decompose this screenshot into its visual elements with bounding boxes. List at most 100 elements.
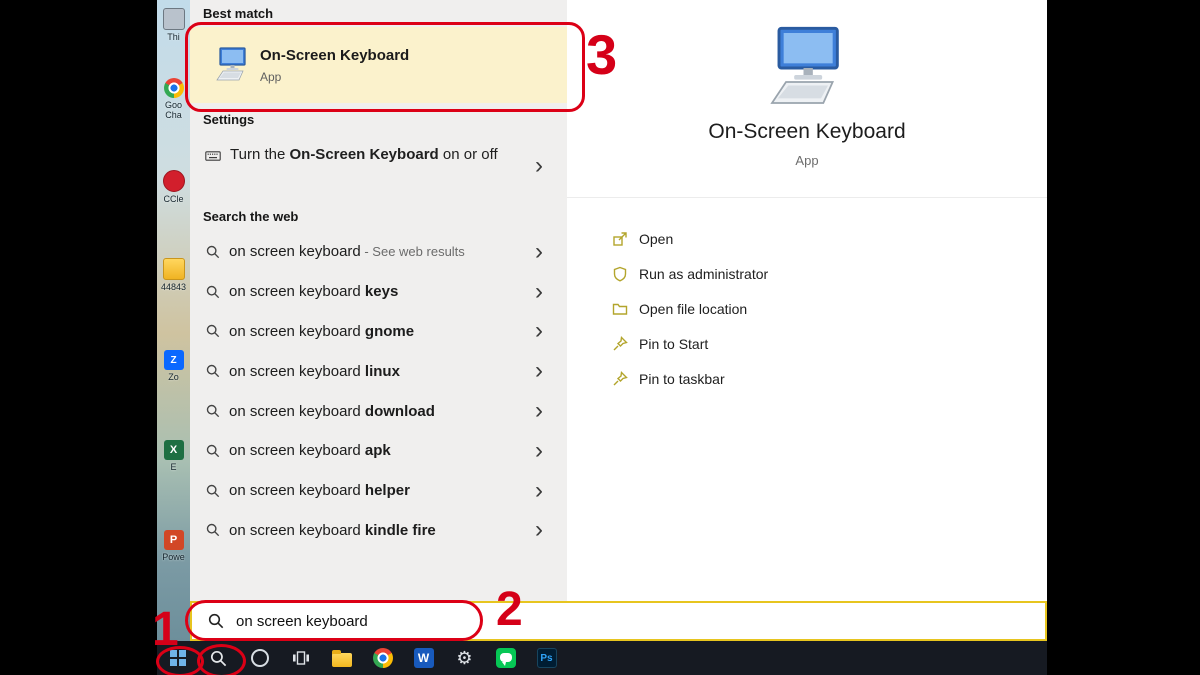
task-view-icon <box>292 650 310 666</box>
best-match-result[interactable]: On-Screen Keyboard App <box>190 27 567 103</box>
suggestion-text: on screen keyboard linux <box>229 363 400 380</box>
desktop-icon-powerpoint[interactable]: P Powe <box>158 530 189 562</box>
search-icon <box>206 285 220 299</box>
search-icon <box>206 245 220 259</box>
web-suggestion-list: on screen keyboard - See web results › o… <box>190 232 567 550</box>
settings-text-suffix: on or off <box>439 146 498 163</box>
excel-icon: X <box>164 440 184 460</box>
action-open-file-location[interactable]: Open file location <box>612 291 768 326</box>
action-label: Run as administrator <box>639 266 768 282</box>
best-match-header: Best match <box>203 6 273 21</box>
start-button[interactable] <box>157 641 198 675</box>
detail-action-list: Open Run as administrator Open file loca… <box>612 221 768 396</box>
taskbar-search-box[interactable] <box>190 601 1047 641</box>
desktop-icon-label: Powe <box>162 552 185 562</box>
desktop-icon-ccleaner[interactable]: CCle <box>158 170 189 204</box>
desktop-icon-this-pc[interactable]: Thi <box>158 8 189 42</box>
suggestion-base: on screen keyboard <box>229 243 361 260</box>
suggestion-bold: gnome <box>365 323 414 340</box>
suggestion-bold: download <box>365 403 435 420</box>
desktop-icon-zalo[interactable]: Z Zo <box>158 350 189 382</box>
suggestion-bold: linux <box>365 363 400 380</box>
best-match-title: On-Screen Keyboard <box>260 47 409 64</box>
taskbar-search-button[interactable] <box>198 641 239 675</box>
action-open[interactable]: Open <box>612 221 768 256</box>
suggestion-text: on screen keyboard gnome <box>229 323 414 340</box>
desktop-icon-label: Thi <box>167 32 180 42</box>
suggestion-note: - See web results <box>361 244 465 259</box>
taskbar: W ⚙ Ps <box>157 641 1047 675</box>
detail-app-title: On-Screen Keyboard <box>567 120 1047 144</box>
desktop-icon-label: Zo <box>168 372 179 382</box>
chevron-right-icon: › <box>535 399 543 423</box>
chevron-right-icon: › <box>535 240 543 264</box>
web-suggestion[interactable]: on screen keyboard gnome › <box>190 312 567 352</box>
search-icon <box>208 613 224 629</box>
suggestion-bold: apk <box>365 442 391 459</box>
suggestion-text: on screen keyboard download <box>229 403 435 420</box>
action-pin-to-start[interactable]: Pin to Start <box>612 326 768 361</box>
settings-button[interactable]: ⚙ <box>444 641 485 675</box>
desktop-icon-label: Goo Cha <box>158 100 189 120</box>
file-explorer-icon <box>332 653 352 667</box>
photoshop-button[interactable]: Ps <box>526 641 567 675</box>
web-suggestion[interactable]: on screen keyboard kindle fire › <box>190 511 567 551</box>
action-label: Pin to taskbar <box>639 371 725 387</box>
suggestion-base: on screen keyboard <box>229 522 365 539</box>
chrome-button[interactable] <box>362 641 403 675</box>
search-input[interactable] <box>234 612 558 631</box>
search-icon <box>206 364 220 378</box>
chevron-right-icon: › <box>535 439 543 463</box>
suggestion-text: on screen keyboard helper <box>229 482 410 499</box>
word-button[interactable]: W <box>403 641 444 675</box>
chevron-right-icon: › <box>535 154 543 178</box>
line-app-button[interactable] <box>485 641 526 675</box>
search-icon <box>206 523 220 537</box>
action-label: Open <box>639 231 673 247</box>
line-icon <box>496 648 516 668</box>
web-suggestion[interactable]: on screen keyboard helper › <box>190 471 567 511</box>
search-icon <box>210 650 227 667</box>
word-icon: W <box>414 648 434 668</box>
desktop-icon-excel[interactable]: X E <box>158 440 189 472</box>
desktop-strip: Thi Goo Cha CCle 44843 Z Zo X E P Powe <box>157 0 190 641</box>
on-screen-keyboard-app-icon-large <box>759 26 855 110</box>
web-suggestion[interactable]: on screen keyboard download › <box>190 391 567 431</box>
open-icon <box>612 231 628 247</box>
web-suggestion[interactable]: on screen keyboard keys › <box>190 272 567 312</box>
file-explorer-button[interactable] <box>321 641 362 675</box>
folder-icon <box>612 301 628 317</box>
cortana-button[interactable] <box>239 641 280 675</box>
ccleaner-icon <box>163 170 185 192</box>
web-suggestion[interactable]: on screen keyboard - See web results › <box>190 232 567 272</box>
action-run-as-administrator[interactable]: Run as administrator <box>612 256 768 291</box>
settings-header: Settings <box>203 112 254 127</box>
desktop-icon-label: 44843 <box>161 282 186 292</box>
web-suggestion[interactable]: on screen keyboard linux › <box>190 351 567 391</box>
suggestion-text: on screen keyboard keys <box>229 283 398 300</box>
suggestion-base: on screen keyboard <box>229 363 365 380</box>
search-icon <box>206 444 220 458</box>
suggestion-text: on screen keyboard - See web results <box>229 243 465 260</box>
result-detail-panel: On-Screen Keyboard App Open Run as admin… <box>567 0 1047 601</box>
windows-search-screen: Thi Goo Cha CCle 44843 Z Zo X E P Powe B… <box>0 0 1200 675</box>
chevron-right-icon: › <box>535 479 543 503</box>
search-results-panel: Best match On-Screen Keyboard App Settin… <box>190 0 567 601</box>
settings-text-bold: On-Screen Keyboard <box>289 146 438 163</box>
action-pin-to-taskbar[interactable]: Pin to taskbar <box>612 361 768 396</box>
settings-text-prefix: Turn the <box>230 146 289 163</box>
desktop-icon-folder[interactable]: 44843 <box>158 258 189 292</box>
web-suggestion[interactable]: on screen keyboard apk › <box>190 431 567 471</box>
settings-result-osk-toggle[interactable]: Turn the On-Screen Keyboard on or off › <box>190 134 567 198</box>
pin-icon <box>612 371 628 387</box>
zalo-icon: Z <box>164 350 184 370</box>
pin-icon <box>612 336 628 352</box>
desktop-icon-chrome[interactable]: Goo Cha <box>158 78 189 120</box>
on-screen-keyboard-app-icon <box>212 46 252 84</box>
keyboard-icon <box>205 148 221 164</box>
task-view-button[interactable] <box>280 641 321 675</box>
cortana-icon <box>251 649 269 667</box>
desktop-icon-label: CCle <box>163 194 183 204</box>
detail-app-type: App <box>567 153 1047 168</box>
suggestion-base: on screen keyboard <box>229 323 365 340</box>
